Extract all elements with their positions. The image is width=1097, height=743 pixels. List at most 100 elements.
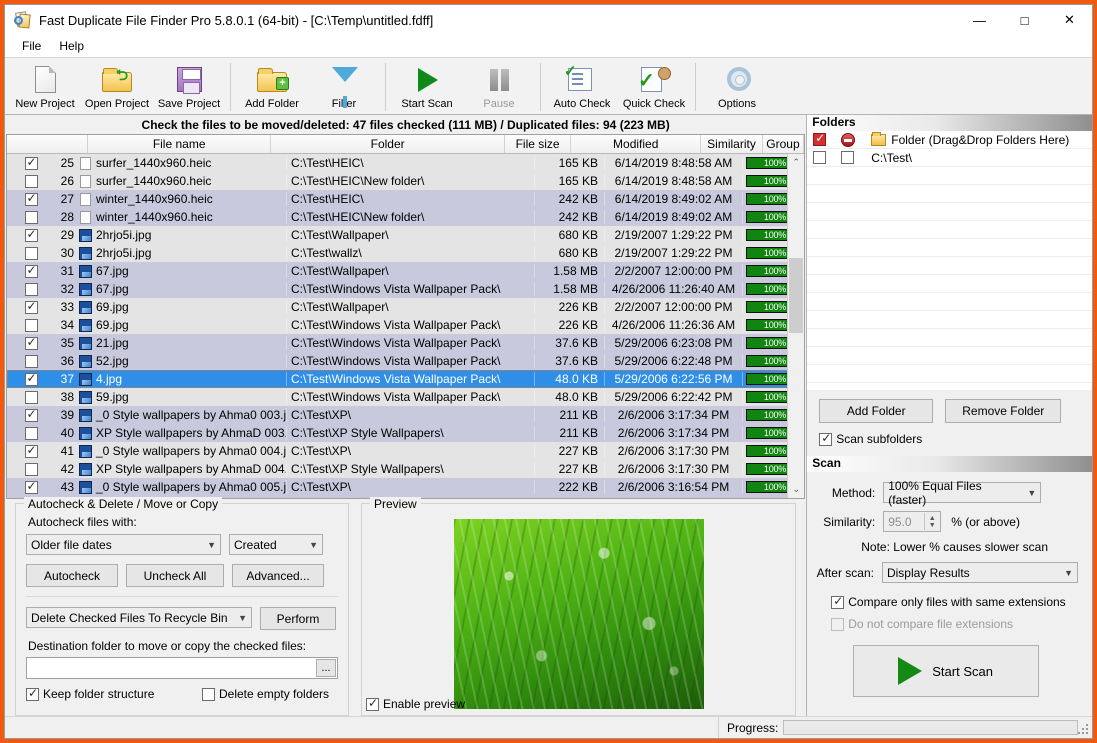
scan-subfolders-checkbox[interactable] [819,431,833,446]
column-header-check[interactable] [7,135,89,153]
same-extensions-row[interactable]: Compare only files with same extensions [831,594,1078,609]
row-checkbox[interactable] [24,299,38,314]
keep-folder-structure-row[interactable]: Keep folder structure [26,686,202,701]
row-checkbox[interactable] [24,426,38,440]
table-row[interactable]: 40 XP Style wallpapers by AhmaD 003.jpg C:… [7,424,805,442]
table-row[interactable]: 43 _0 Style wallpapers by Ahma0 005.jpgC:… [7,478,805,496]
delete-empty-folders-row[interactable]: Delete empty folders [202,687,329,701]
table-row[interactable]: 31 67.jpgC:\Test\Wallpaper\1.58 MB2/2/200… [7,262,805,280]
row-checkbox[interactable] [24,462,38,476]
folder-exclude-checkbox[interactable] [841,151,855,164]
column-header-similarity[interactable]: Similarity [701,135,763,153]
table-row[interactable]: 27 winter_1440x960.heicC:\Test\HEIC\242 K… [7,190,805,208]
table-row[interactable]: 32 67.jpg C:\Test\Windows Vista Wallpaper … [7,280,805,298]
table-row[interactable]: 30 2hrjo5i.jpg C:\Test\wallz\ 680 KB 2/19/20… [7,244,805,262]
row-checkbox-cell[interactable] [7,246,55,260]
toolbar-add-folder[interactable]: + Add Folder [236,61,308,115]
row-checkbox[interactable] [24,210,38,224]
scroll-up-arrow-icon[interactable]: ⌃ [788,154,804,171]
toolbar-new-project[interactable]: New Project [9,61,81,115]
menu-item-help[interactable]: Help [50,37,93,55]
enable-preview-row[interactable]: Enable preview [366,696,465,711]
results-vertical-scrollbar[interactable]: ⌃ ⌄ [787,154,805,498]
table-row[interactable]: 25 surfer_1440x960.heicC:\Test\HEIC\165 K… [7,154,805,172]
scan-subfolders-row[interactable]: Scan subfolders [819,431,1080,446]
row-checkbox[interactable] [24,155,38,170]
row-checkbox-cell[interactable] [7,191,55,206]
row-checkbox[interactable] [24,246,38,260]
row-checkbox[interactable] [24,227,38,242]
table-row[interactable]: 33 69.jpgC:\Test\Wallpaper\226 KB2/2/2007… [7,298,805,316]
browse-button[interactable]: ... [316,659,336,677]
table-row[interactable]: 28 winter_1440x960.heic C:\Test\HEIC\New f… [7,208,805,226]
uncheck-all-button[interactable]: Uncheck All [126,564,224,587]
autocheck-criteria-select[interactable]: Older file dates ▼ [26,534,221,555]
maximize-button[interactable]: □ [1002,5,1047,35]
advanced-button[interactable]: Advanced... [232,564,324,587]
toolbar-pause[interactable]: Pause [463,61,535,115]
add-folder-button[interactable]: Add Folder [819,399,934,423]
row-checkbox[interactable] [24,443,38,458]
toolbar-open-project[interactable]: ⮌ Open Project [81,61,153,115]
folders-header-row[interactable]: Folder (Drag&Drop Folders Here) [807,131,1092,149]
destination-input[interactable]: ... [26,657,338,679]
scan-after-select[interactable]: Display Results ▼ [881,562,1078,583]
row-checkbox[interactable] [24,479,38,494]
folders-master-checkbox[interactable] [813,131,827,146]
toolbar-filter[interactable]: Filter [308,61,380,115]
row-checkbox[interactable] [24,318,38,332]
column-header-modified[interactable]: Modified [571,135,702,153]
column-header-filename[interactable]: File name [88,135,272,153]
enable-preview-checkbox[interactable] [366,696,379,711]
column-header-folder[interactable]: Folder [271,135,506,153]
perform-button[interactable]: Perform [260,607,336,630]
folder-include-cell[interactable] [813,151,841,164]
row-checkbox-cell[interactable] [7,354,55,368]
folders-list[interactable]: Folder (Drag&Drop Folders Here) C:\Test\ [807,131,1092,390]
row-checkbox-cell[interactable] [7,155,55,170]
toolbar-quick-check[interactable]: ✓ Quick Check [618,61,690,115]
scroll-down-arrow-icon[interactable]: ⌄ [788,481,804,498]
scan-method-select[interactable]: 100% Equal Files (faster) ▼ [883,479,1042,507]
start-scan-button[interactable]: Start Scan [852,645,1039,697]
autocheck-datetype-select[interactable]: Created ▼ [229,534,323,555]
action-select[interactable]: Delete Checked Files To Recycle Bin ▼ [26,607,252,628]
resize-grip-icon[interactable] [1078,724,1089,735]
row-checkbox-cell[interactable] [7,462,55,476]
row-checkbox-cell[interactable] [7,371,55,386]
row-checkbox[interactable] [24,263,38,278]
table-row[interactable]: 34 69.jpg C:\Test\Windows Vista Wallpaper … [7,316,805,334]
table-row[interactable]: 41 _0 Style wallpapers by Ahma0 004.jpgC:… [7,442,805,460]
folder-exclude-cell[interactable] [841,151,871,164]
table-row[interactable]: 37 4.jpgC:\Test\Windows Vista Wallpaper P… [7,370,805,388]
minimize-button[interactable]: — [957,5,1002,35]
autocheck-button[interactable]: Autocheck [26,564,118,587]
folder-include-checkbox[interactable] [813,151,827,164]
toolbar-save-project[interactable]: Save Project [153,61,225,115]
spinner-arrows-icon[interactable]: ▲ ▼ [924,513,940,530]
column-header-filesize[interactable]: File size [505,135,572,153]
row-checkbox[interactable] [24,191,38,206]
table-row[interactable]: 38 59.jpg C:\Test\Windows Vista Wallpaper … [7,388,805,406]
row-checkbox-cell[interactable] [7,174,55,188]
row-checkbox[interactable] [24,354,38,368]
row-checkbox-cell[interactable] [7,263,55,278]
toolbar-options[interactable]: Options [701,61,773,115]
row-checkbox[interactable] [24,174,38,188]
row-checkbox-cell[interactable] [7,210,55,224]
scan-similarity-spinner[interactable]: 95.0 ▲ ▼ [883,511,942,532]
table-row[interactable]: 36 52.jpg C:\Test\Windows Vista Wallpaper … [7,352,805,370]
toolbar-start-scan[interactable]: Start Scan [391,61,463,115]
keep-folder-structure-checkbox[interactable] [26,686,39,701]
row-checkbox-cell[interactable] [7,282,55,296]
table-row[interactable]: 35 21.jpgC:\Test\Windows Vista Wallpaper … [7,334,805,352]
row-checkbox-cell[interactable] [7,227,55,242]
row-checkbox-cell[interactable] [7,299,55,314]
row-checkbox-cell[interactable] [7,318,55,332]
toolbar-auto-check[interactable]: ✓ Auto Check [546,61,618,115]
remove-folder-button[interactable]: Remove Folder [945,399,1062,423]
close-button[interactable]: ✕ [1047,5,1092,35]
table-row[interactable]: 29 2hrjo5i.jpgC:\Test\Wallpaper\680 KB2/1… [7,226,805,244]
same-extensions-checkbox[interactable] [831,594,845,609]
row-checkbox[interactable] [24,407,38,422]
